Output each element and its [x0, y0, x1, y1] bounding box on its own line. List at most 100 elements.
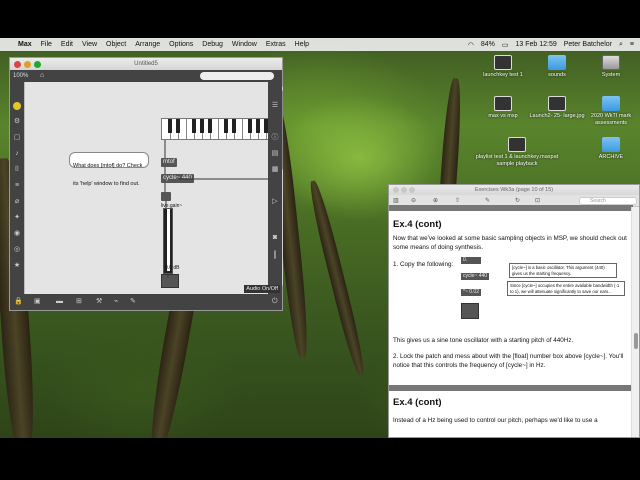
- desktop-icon[interactable]: launchkey test 1: [472, 55, 534, 79]
- document-titlebar[interactable]: Exercises Wk3a (page 10 of 15): [389, 185, 639, 195]
- menu-arrange[interactable]: Arrange: [135, 41, 160, 48]
- folder-icon: [548, 55, 566, 70]
- patch-cords: [164, 140, 271, 278]
- folder-icon: [602, 137, 620, 152]
- max-logo-icon[interactable]: [13, 102, 21, 110]
- section-heading: Ex.4 (cont): [393, 219, 442, 230]
- debug-icon[interactable]: ⌁: [114, 298, 122, 306]
- multiply-object: *~ 0.02: [461, 289, 481, 296]
- section-heading: Ex.4 (cont): [393, 397, 442, 408]
- right-toolbar: ☰ ⓘ ▤ ▦ ▷ ◙ ┃: [268, 82, 282, 296]
- desktop-icon[interactable]: 2020 WkTI mark assessments: [580, 96, 640, 127]
- console-icon[interactable]: ◉: [13, 230, 21, 238]
- menu-help[interactable]: Help: [295, 41, 309, 48]
- status-area: ◠ 84% ▭ 13 Feb 12:59 Peter Batchelor ⌕ ≡: [468, 38, 634, 51]
- page-divider: [389, 205, 633, 211]
- stack-icon[interactable]: ≡: [13, 182, 21, 190]
- ezdac-speaker-icon: [461, 303, 479, 319]
- close-button[interactable]: [393, 187, 399, 193]
- menu-file[interactable]: File: [41, 41, 52, 48]
- file-thumbnail-icon: [508, 137, 526, 152]
- wrench-icon[interactable]: ✎: [130, 298, 138, 306]
- step-text: 1. Copy the following:: [393, 261, 454, 268]
- menu-app[interactable]: Max: [18, 41, 32, 48]
- spotlight-icon[interactable]: ⌕: [619, 41, 623, 49]
- minimize-button[interactable]: [401, 187, 407, 193]
- chat-icon[interactable]: ▤: [271, 150, 279, 158]
- search-field[interactable]: Search: [579, 197, 637, 205]
- list-icon[interactable]: ☰: [271, 102, 279, 110]
- exercises-document-window[interactable]: Exercises Wk3a (page 10 of 15) ▥ ⊖ ⊕ ⇧ ✎…: [388, 184, 640, 438]
- lock-icon[interactable]: 🔒: [14, 298, 23, 306]
- audio-on-off-button[interactable]: Audio On/Off: [244, 285, 280, 293]
- page-divider: [389, 385, 633, 391]
- bottom-toolbar: 🔒 ▣ ▬ ⊞ ⚒ ⌁ ✎ ⏻: [10, 294, 282, 310]
- share-icon[interactable]: ⇧: [455, 197, 460, 204]
- comment-icon[interactable]: ▬: [56, 298, 64, 306]
- volume-slider-icon[interactable]: ┃: [271, 252, 279, 260]
- notification-center-icon[interactable]: ≡: [630, 41, 634, 48]
- max-titlebar[interactable]: Untitled5: [10, 58, 282, 70]
- zoom-level[interactable]: 100%: [13, 73, 28, 79]
- patcher-canvas[interactable]: What does [mtof] do? Check its 'help' wi…: [24, 82, 283, 296]
- wifi-icon[interactable]: ◠: [468, 41, 474, 49]
- markup-pen-icon[interactable]: ✎: [485, 197, 490, 204]
- folder-icon: [602, 96, 620, 111]
- paragraph: 2. Lock the patch and mess about with th…: [393, 353, 624, 369]
- close-button[interactable]: [14, 61, 21, 68]
- zoom-out-icon[interactable]: ⊖: [411, 197, 416, 204]
- grid-icon[interactable]: ▦: [271, 166, 279, 174]
- menu-options[interactable]: Options: [169, 41, 193, 48]
- window-icon[interactable]: ▢: [13, 134, 21, 142]
- vertical-scrollbar[interactable]: [631, 207, 639, 437]
- battery-percent[interactable]: 84%: [481, 41, 495, 48]
- zoom-button[interactable]: [409, 187, 415, 193]
- power-icon[interactable]: ⏻: [272, 298, 280, 306]
- desktop-icon[interactable]: System: [580, 55, 640, 79]
- minimize-button[interactable]: [24, 61, 31, 68]
- sidebar-icon[interactable]: ▥: [393, 197, 399, 204]
- presentation-icon[interactable]: ▣: [34, 298, 42, 306]
- menu-debug[interactable]: Debug: [202, 41, 223, 48]
- file-thumbnail-icon: [494, 55, 512, 70]
- markup-toolbox-icon[interactable]: ⊡: [535, 197, 540, 204]
- star-icon[interactable]: ★: [13, 262, 21, 270]
- max-toolbar: 100% ⌂: [10, 70, 282, 82]
- gear-icon[interactable]: ⚙: [13, 118, 21, 126]
- menu-window[interactable]: Window: [232, 41, 257, 48]
- grid-snap-icon[interactable]: ⊞: [76, 298, 84, 306]
- menu-edit[interactable]: Edit: [61, 41, 73, 48]
- desktop-icon[interactable]: max vs msp: [472, 96, 534, 120]
- bracket-icon[interactable]: ⌷: [13, 166, 21, 174]
- menu-view[interactable]: View: [82, 41, 97, 48]
- max-patcher-window[interactable]: Untitled5 100% ⌂ ⚙ ▢ ♪ ⌷ ≡ ⌀ ✦ ◉ ◎ ★ Wha…: [9, 57, 283, 311]
- rotate-icon[interactable]: ↻: [515, 197, 520, 204]
- desktop-icon[interactable]: playlist test 1 & launchkey.maxpat sampl…: [472, 137, 562, 168]
- image-thumbnail-icon: [548, 96, 566, 111]
- circle-icon[interactable]: ◎: [13, 246, 21, 254]
- battery-icon[interactable]: ▭: [502, 41, 509, 49]
- info-icon[interactable]: ⓘ: [271, 134, 279, 142]
- desktop-icon[interactable]: sounds: [526, 55, 588, 79]
- zoom-button[interactable]: [34, 61, 41, 68]
- lock-icon[interactable]: ⌂: [40, 72, 44, 79]
- paragraph: Instead of a Hz being used to control ou…: [393, 417, 598, 424]
- hard-disk-icon: [602, 55, 620, 70]
- play-icon[interactable]: ▷: [271, 198, 279, 206]
- desktop-icon[interactable]: ARCHIVE: [580, 137, 640, 161]
- clock[interactable]: 13 Feb 12:59: [515, 41, 556, 48]
- file-thumbnail-icon: [494, 96, 512, 111]
- window-title: Untitled5: [134, 61, 158, 67]
- music-note-icon[interactable]: ♪: [13, 150, 21, 158]
- package-icon[interactable]: ✦: [13, 214, 21, 222]
- user-name[interactable]: Peter Batchelor: [564, 41, 612, 48]
- search-input[interactable]: [200, 72, 274, 80]
- menu-extras[interactable]: Extras: [266, 41, 286, 48]
- patch-note: [cycle~] is a basic oscillator. This arg…: [509, 263, 617, 278]
- camera-icon[interactable]: ◙: [271, 234, 279, 242]
- paperclip-icon[interactable]: ⌀: [13, 198, 21, 206]
- desktop-icon[interactable]: Launch2- 25- large.jpg: [526, 96, 588, 120]
- hammer-icon[interactable]: ⚒: [96, 298, 104, 306]
- menu-object[interactable]: Object: [106, 41, 126, 48]
- zoom-in-icon[interactable]: ⊕: [433, 197, 438, 204]
